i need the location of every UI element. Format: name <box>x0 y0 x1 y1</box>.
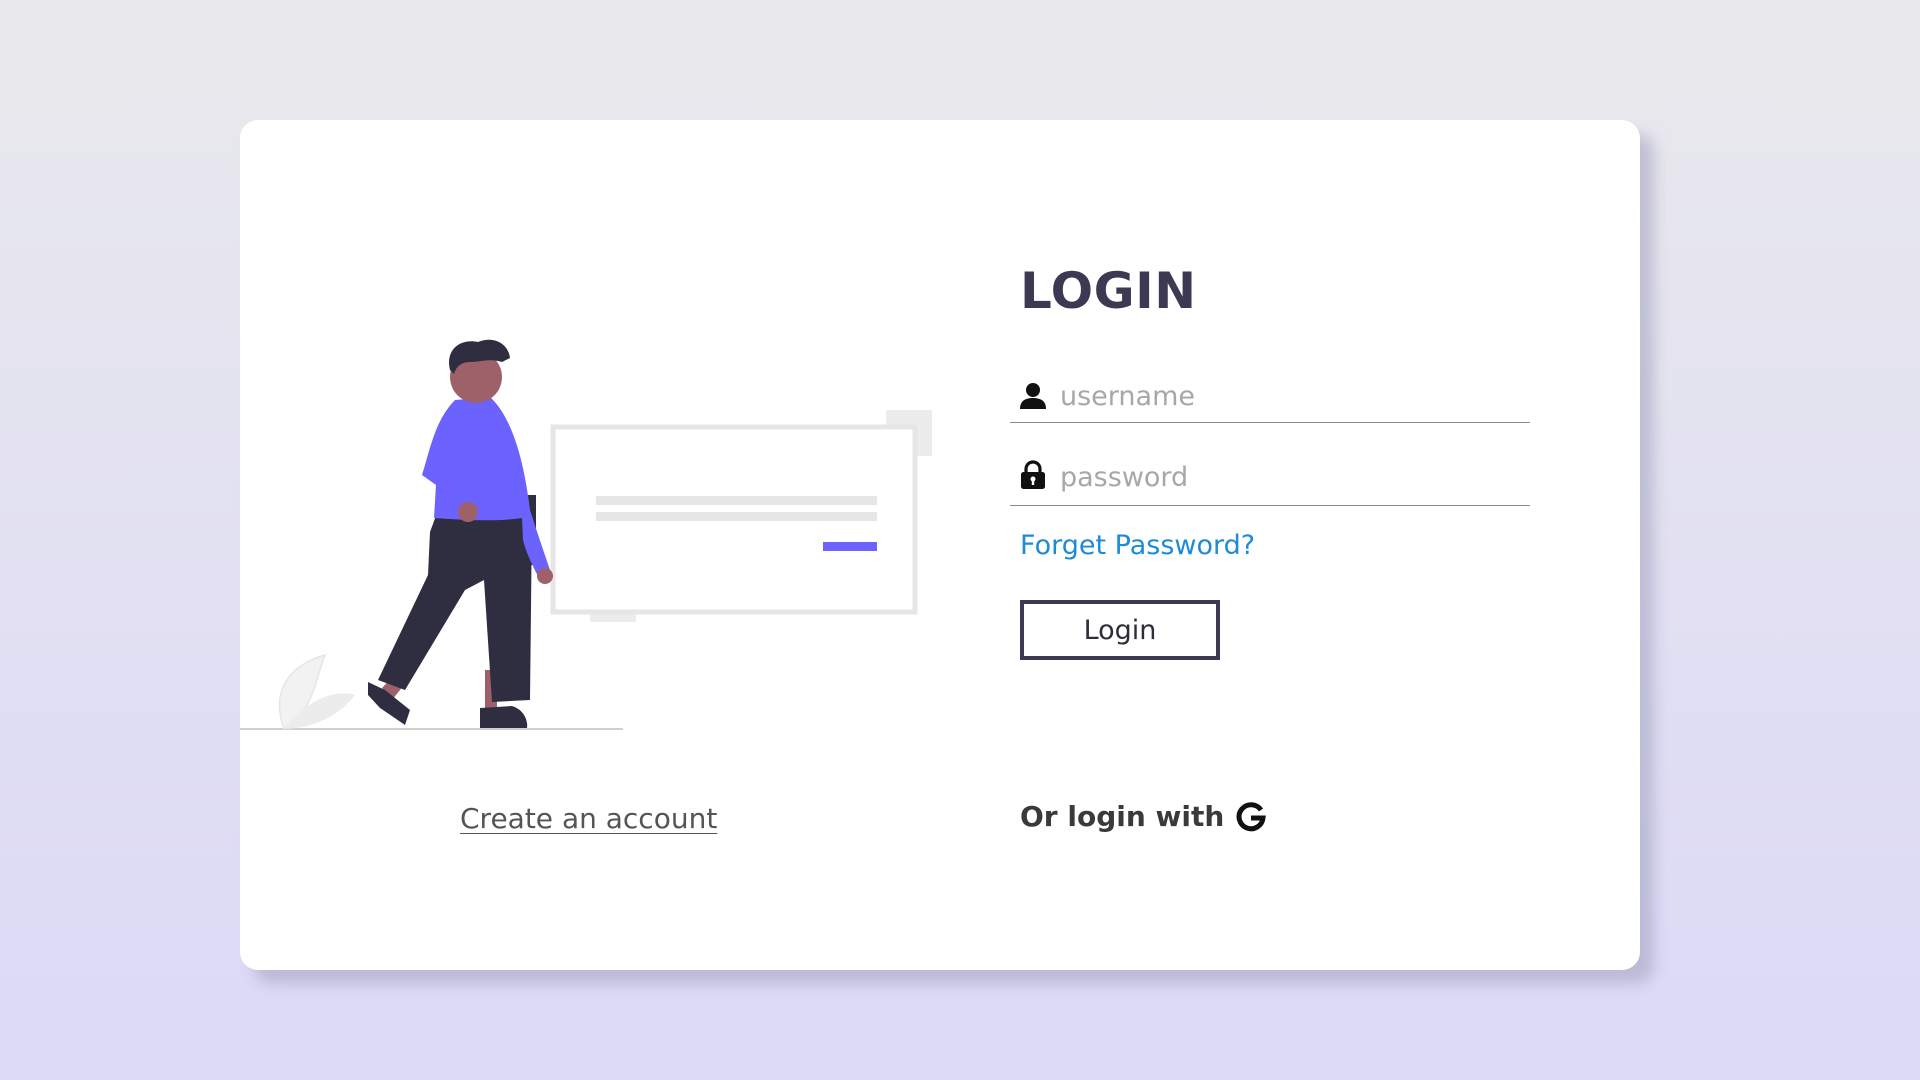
illustration-shoe <box>480 706 528 728</box>
social-login-label: Or login with <box>1020 800 1225 833</box>
page-title: LOGIN <box>1020 262 1197 320</box>
password-field <box>1010 450 1530 506</box>
illustration-board-line <box>596 496 877 505</box>
illustration-board-accent <box>823 542 877 551</box>
username-input[interactable] <box>1060 370 1520 422</box>
illustration-hand <box>537 568 553 584</box>
password-input[interactable] <box>1060 450 1520 505</box>
login-button[interactable]: Login <box>1020 600 1220 660</box>
social-login: Or login with <box>1020 800 1267 833</box>
forgot-password-link[interactable]: Forget Password? <box>1020 530 1255 561</box>
login-illustration <box>240 270 960 740</box>
login-card: Create an account LOGIN Forget Password?… <box>240 120 1640 970</box>
illustration-pants <box>378 513 532 702</box>
user-icon <box>1020 382 1046 410</box>
lock-icon <box>1020 460 1046 489</box>
illustration-board-line <box>596 512 877 521</box>
google-icon[interactable] <box>1236 801 1267 832</box>
username-field <box>1010 370 1530 423</box>
create-account-link[interactable]: Create an account <box>460 802 717 835</box>
illustration-hand <box>458 502 478 522</box>
